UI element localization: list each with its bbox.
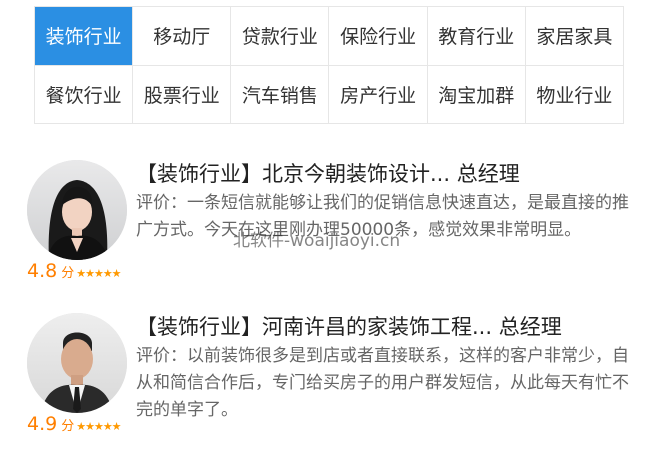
tab-insurance[interactable]: 保险行业: [329, 7, 428, 66]
tab-taobao-groups[interactable]: 淘宝加群: [427, 65, 526, 124]
rating-score: 4.9: [27, 413, 58, 435]
tab-car-sales[interactable]: 汽车销售: [231, 65, 330, 124]
rating-unit: 分: [61, 419, 75, 434]
tab-stocks[interactable]: 股票行业: [133, 65, 232, 124]
tab-catering[interactable]: 餐饮行业: [35, 65, 134, 124]
tab-home-furniture[interactable]: 家居家具: [525, 7, 624, 66]
industry-tabs: 装饰行业 移动厅 贷款行业 保险行业 教育行业 家居家具 餐饮行业 股票行业 汽…: [34, 6, 624, 124]
avatar: [27, 160, 127, 260]
review-title: 【装饰行业】北京今朝装饰设计... 总经理: [136, 162, 520, 186]
review-comment: 评价：以前装饰很多是到店或者直接联系，这样的客户非常少，自从和简信合作后，专门给…: [136, 346, 629, 420]
tab-education[interactable]: 教育行业: [427, 7, 526, 66]
star-icons: ★★★★★: [76, 420, 121, 433]
tab-mobile-hall[interactable]: 移动厅: [133, 7, 232, 66]
review-card: 4.8 分 ★★★★★ 【装饰行业】北京今朝装饰设计... 总经理 评价：一条短…: [0, 152, 646, 292]
review-comment: 评价：一条短信就能够让我们的促销信息快速直达，是最直接的推广方式。今天在这里刚办…: [136, 193, 629, 240]
avatar: [27, 313, 127, 413]
rating-unit: 分: [61, 266, 75, 281]
tab-loans[interactable]: 贷款行业: [231, 7, 330, 66]
review-card: 4.9 分 ★★★★★ 【装饰行业】河南许昌的家装饰工程... 总经理 评价：以…: [0, 305, 646, 445]
rating-score: 4.8: [27, 260, 58, 282]
rating: 4.9 分 ★★★★★: [27, 413, 122, 439]
man-portrait-icon: [27, 313, 127, 413]
rating: 4.8 分 ★★★★★: [27, 260, 122, 286]
star-icons: ★★★★★: [76, 267, 121, 280]
tab-property[interactable]: 物业行业: [525, 65, 624, 124]
woman-portrait-icon: [27, 160, 127, 260]
review-title: 【装饰行业】河南许昌的家装饰工程... 总经理: [136, 315, 562, 339]
tab-real-estate[interactable]: 房产行业: [329, 65, 428, 124]
tab-decoration[interactable]: 装饰行业: [35, 7, 134, 66]
